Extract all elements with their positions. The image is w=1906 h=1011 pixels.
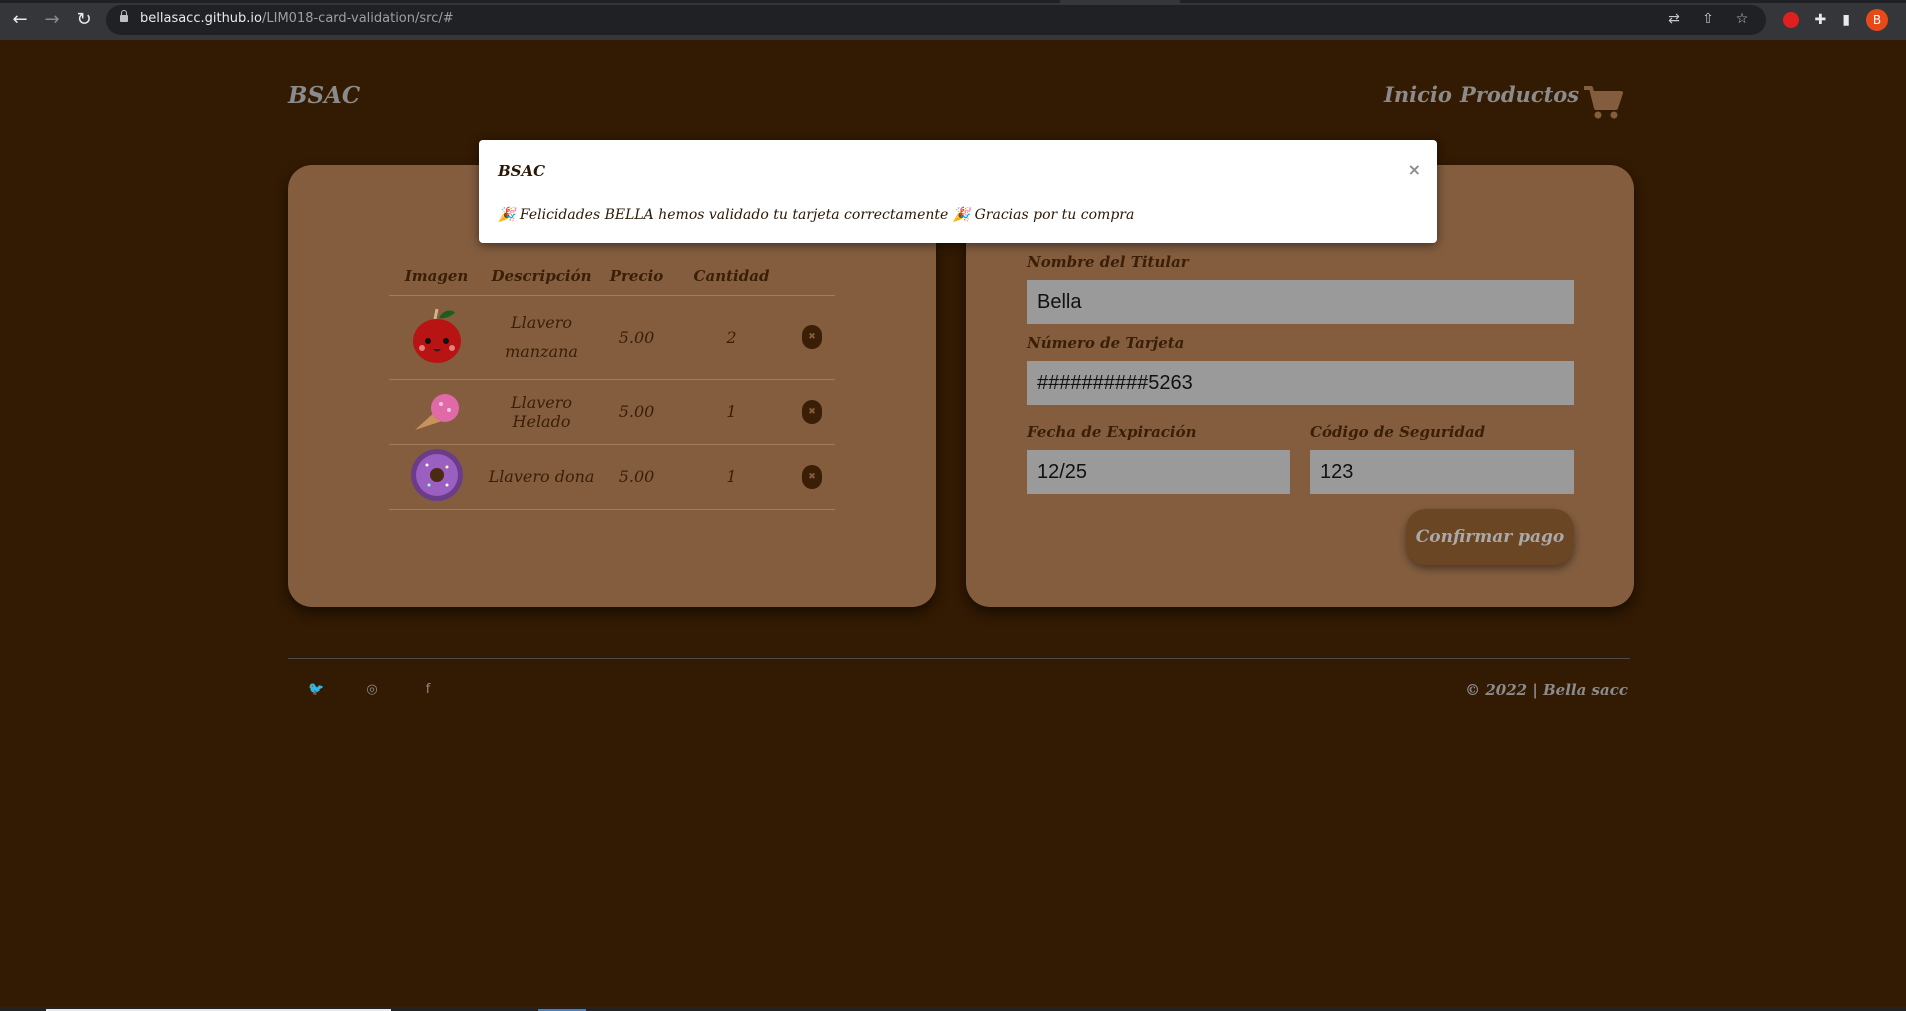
side-panel-icon[interactable]: ▮	[1842, 12, 1850, 28]
facebook-icon[interactable]: f	[420, 682, 436, 698]
cell-quantity: 2	[674, 295, 789, 380]
nav-inicio[interactable]: Inicio	[1384, 82, 1452, 107]
address-bar[interactable]: bellasacc.github.io/LIM018-card-validati…	[106, 5, 1766, 35]
validation-modal: BSAC × 🎉 Felicidades BELLA hemos validad…	[479, 140, 1437, 243]
remove-item-button[interactable]: ✖	[802, 325, 822, 349]
cvv-label: Código de Seguridad	[1310, 423, 1486, 441]
browser-toolbar: ← → ↻ bellasacc.github.io/LIM018-card-va…	[0, 0, 1906, 40]
table-row: Llavero manzana 5.00 2 ✖	[389, 295, 835, 380]
cart-table: Imagen Descripción Precio Cantidad Llave…	[389, 257, 835, 510]
col-header-actions	[789, 257, 835, 296]
instagram-icon[interactable]: ◎	[364, 682, 380, 698]
cell-price: 5.00	[599, 295, 674, 380]
cell-price: 5.00	[599, 379, 674, 445]
bookmark-star-icon[interactable]: ☆	[1734, 11, 1750, 27]
forward-icon[interactable]: →	[40, 8, 64, 32]
profile-avatar[interactable]: B	[1866, 9, 1888, 31]
remove-item-button[interactable]: ✖	[802, 399, 822, 424]
col-header-description: Descripción	[484, 257, 599, 296]
copyright-text: © 2022 | Bella sacc	[1465, 681, 1628, 699]
card-number-input[interactable]: ##########5263	[1027, 361, 1574, 405]
cell-quantity: 1	[674, 444, 789, 510]
extensions-puzzle-icon[interactable]: ✚	[1815, 12, 1827, 28]
confirm-payment-button[interactable]: Confirmar pago	[1406, 509, 1574, 565]
tab-strip	[0, 0, 1906, 3]
back-icon[interactable]: ←	[8, 8, 32, 32]
holder-label: Nombre del Titular	[1027, 253, 1189, 271]
holder-name-input[interactable]: Bella	[1027, 280, 1574, 324]
cvv-input[interactable]: 123	[1310, 450, 1574, 494]
table-row: Llavero dona 5.00 1 ✖	[389, 444, 835, 510]
remove-item-button[interactable]: ✖	[802, 464, 822, 489]
modal-title: BSAC	[498, 162, 546, 180]
expiry-input[interactable]: 12/25	[1027, 450, 1290, 494]
col-header-price: Precio	[599, 257, 674, 296]
nav-productos[interactable]: Productos	[1460, 82, 1579, 107]
apple-keychain-image	[412, 308, 461, 363]
bottom-progress-bar	[0, 1007, 1906, 1011]
col-header-image: Imagen	[389, 257, 484, 296]
translate-icon[interactable]: ⇄	[1666, 11, 1682, 27]
modal-message: 🎉 Felicidades BELLA hemos validado tu ta…	[498, 207, 1135, 223]
footer-divider	[288, 658, 1630, 659]
twitter-icon[interactable]: 🐦	[308, 682, 324, 698]
url-text: bellasacc.github.io/LIM018-card-validati…	[140, 11, 454, 26]
col-header-quantity: Cantidad	[674, 257, 789, 296]
donut-keychain-image	[410, 448, 463, 501]
cart-icon[interactable]	[1582, 84, 1624, 120]
cell-quantity: 1	[674, 379, 789, 445]
lock-icon	[120, 10, 128, 24]
close-icon[interactable]: ×	[1408, 160, 1421, 179]
share-icon[interactable]: ⇧	[1700, 11, 1716, 27]
cell-description: Llavero dona	[484, 444, 599, 510]
cell-description: Llavero manzana	[484, 295, 599, 380]
expiry-label: Fecha de Expiración	[1027, 423, 1197, 441]
table-row: Llavero Helado 5.00 1 ✖	[389, 379, 835, 445]
card-number-label: Número de Tarjeta	[1027, 334, 1185, 352]
site-logo[interactable]: BSAC	[288, 82, 360, 109]
cell-description: Llavero Helado	[484, 379, 599, 445]
cell-price: 5.00	[599, 444, 674, 510]
extension-adblock-icon[interactable]	[1782, 12, 1799, 28]
reload-icon[interactable]: ↻	[72, 8, 96, 32]
icecream-keychain-image	[414, 393, 459, 430]
